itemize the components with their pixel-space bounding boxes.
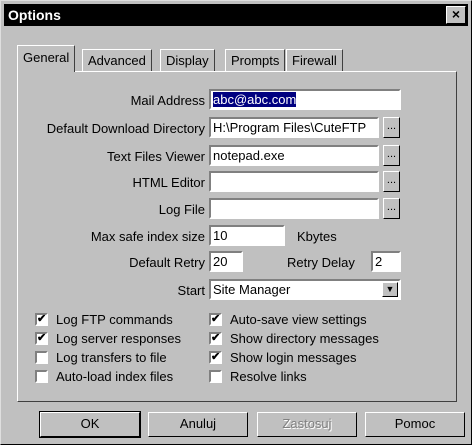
tab-advanced[interactable]: Advanced <box>82 49 152 71</box>
checkbox-box[interactable]: ✔ <box>209 332 222 345</box>
default-retry-label: Default Retry <box>129 255 205 270</box>
start-select[interactable]: Site Manager ▼ <box>209 279 401 300</box>
retry-delay-label: Retry Delay <box>287 255 355 270</box>
checkbox-box[interactable]: ✔ <box>35 313 48 326</box>
cancel-button[interactable]: Anuluj <box>148 412 248 437</box>
html-editor-browse-button[interactable]: ... <box>383 171 400 192</box>
mail-address-label: Mail Address <box>130 93 205 108</box>
text-viewer-label: Text Files Viewer <box>106 149 205 164</box>
resolve-links-checkbox[interactable]: Resolve links <box>209 369 307 384</box>
checkbox-box[interactable]: ✔ <box>209 313 222 326</box>
checkbox-box[interactable]: ✔ <box>209 351 222 364</box>
log-server-responses-checkbox[interactable]: ✔ Log server responses <box>35 331 181 346</box>
close-icon: × <box>451 6 461 22</box>
check-icon: ✔ <box>211 351 221 363</box>
log-file-browse-button[interactable]: ... <box>383 198 400 219</box>
show-directory-messages-checkbox[interactable]: ✔ Show directory messages <box>209 331 379 346</box>
check-icon: ✔ <box>211 313 221 325</box>
retry-delay-input[interactable]: 2 <box>371 251 401 272</box>
start-label: Start <box>177 283 205 298</box>
log-transfers-checkbox[interactable]: Log transfers to file <box>35 350 167 365</box>
title-bar[interactable]: Options × <box>4 4 468 26</box>
help-button[interactable]: Pomoc <box>365 412 465 437</box>
download-dir-browse-button[interactable]: ... <box>383 117 400 138</box>
checkbox-box[interactable] <box>35 351 48 364</box>
checkbox-box[interactable] <box>209 370 222 383</box>
options-dialog: Options × General Advanced Display Promp… <box>0 0 472 445</box>
max-index-input[interactable]: 10 <box>209 225 285 246</box>
download-dir-label: Default Download Directory <box>46 121 205 136</box>
ok-button[interactable]: OK <box>39 411 141 438</box>
start-select-value: Site Manager <box>213 282 291 297</box>
kbytes-label: Kbytes <box>297 229 337 244</box>
window-title: Options <box>8 7 61 23</box>
auto-load-index-checkbox[interactable]: Auto-load index files <box>35 369 173 384</box>
log-file-label: Log File <box>158 202 205 217</box>
tab-display[interactable]: Display <box>160 49 215 71</box>
log-ftp-commands-checkbox[interactable]: ✔ Log FTP commands <box>35 312 173 327</box>
check-icon: ✔ <box>211 332 221 344</box>
close-button[interactable]: × <box>446 6 466 24</box>
html-editor-label: HTML Editor <box>132 175 205 190</box>
auto-save-view-checkbox[interactable]: ✔ Auto-save view settings <box>209 312 367 327</box>
download-dir-input[interactable]: H:\Program Files\CuteFTP <box>209 117 379 138</box>
tab-general[interactable]: General <box>17 45 76 72</box>
check-icon: ✔ <box>37 313 47 325</box>
text-viewer-browse-button[interactable]: ... <box>383 145 400 166</box>
mail-address-input[interactable]: abc@abc.com <box>209 89 401 110</box>
tab-prompts[interactable]: Prompts <box>225 49 286 71</box>
checkbox-box[interactable] <box>35 370 48 383</box>
text-viewer-input[interactable]: notepad.exe <box>209 145 379 166</box>
chevron-down-icon[interactable]: ▼ <box>382 282 398 297</box>
max-index-label: Max safe index size <box>90 229 205 244</box>
default-retry-input[interactable]: 20 <box>209 251 243 272</box>
show-login-messages-checkbox[interactable]: ✔ Show login messages <box>209 350 356 365</box>
tab-firewall[interactable]: Firewall <box>286 49 343 71</box>
checkbox-box[interactable]: ✔ <box>35 332 48 345</box>
apply-button: Zastosuj <box>257 412 357 437</box>
check-icon: ✔ <box>37 332 47 344</box>
log-file-input[interactable] <box>209 198 379 219</box>
html-editor-input[interactable] <box>209 171 379 192</box>
